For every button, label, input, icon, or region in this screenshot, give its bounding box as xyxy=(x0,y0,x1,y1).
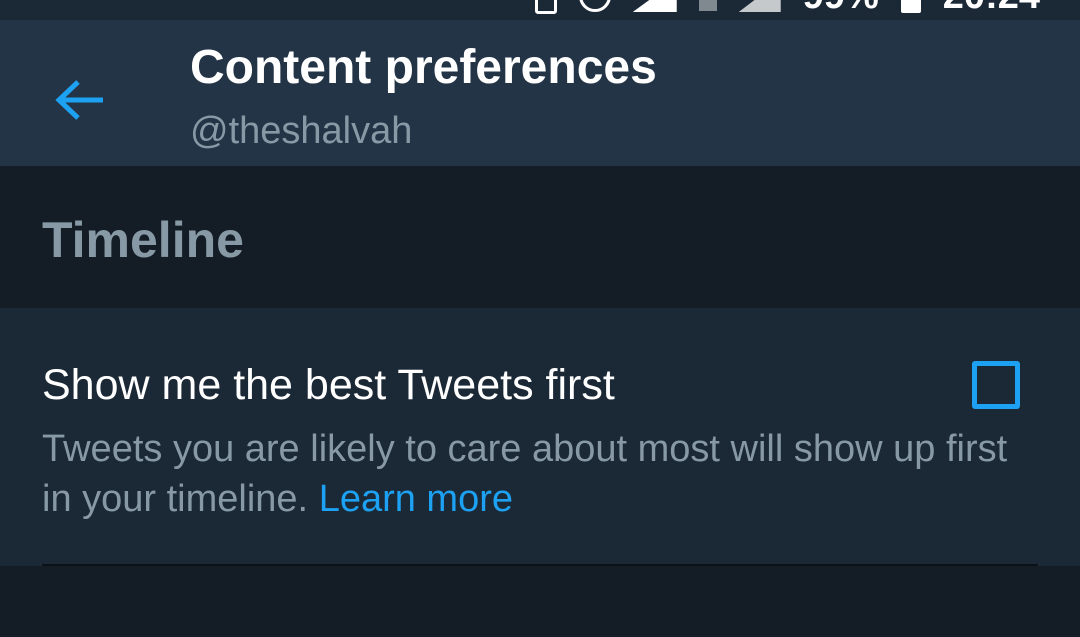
alarm-icon xyxy=(578,0,611,12)
clock: 20:24 xyxy=(943,0,1040,16)
app-bar: Content preferences @theshalvah xyxy=(0,20,1080,166)
account-handle: @theshalvah xyxy=(190,110,413,152)
section-header: Timeline xyxy=(0,166,1080,308)
data-transfer-icon xyxy=(698,0,717,11)
battery-percentage: 99% xyxy=(803,0,879,16)
setting-description-text: Tweets you are likely to care about most… xyxy=(42,428,1008,520)
cell-signal-icon xyxy=(738,0,781,12)
page-title: Content preferences xyxy=(190,41,657,94)
setting-description: Tweets you are likely to care about most… xyxy=(42,424,1042,524)
setting-best-tweets-first[interactable]: Show me the best Tweets first Tweets you… xyxy=(0,308,1080,566)
section-title-timeline: Timeline xyxy=(42,212,244,268)
status-icons: 99% 20:24 xyxy=(534,0,1040,16)
battery-icon xyxy=(900,0,921,13)
wifi-signal-icon xyxy=(632,0,677,12)
setting-title: Show me the best Tweets first xyxy=(42,361,615,409)
vibrate-icon xyxy=(534,0,557,14)
arrow-left-icon xyxy=(55,80,103,120)
learn-more-link[interactable]: Learn more xyxy=(319,478,513,520)
status-bar: 99% 20:24 xyxy=(0,0,1080,20)
divider xyxy=(42,564,1038,566)
back-button[interactable] xyxy=(44,70,116,130)
best-tweets-checkbox[interactable] xyxy=(972,361,1020,409)
